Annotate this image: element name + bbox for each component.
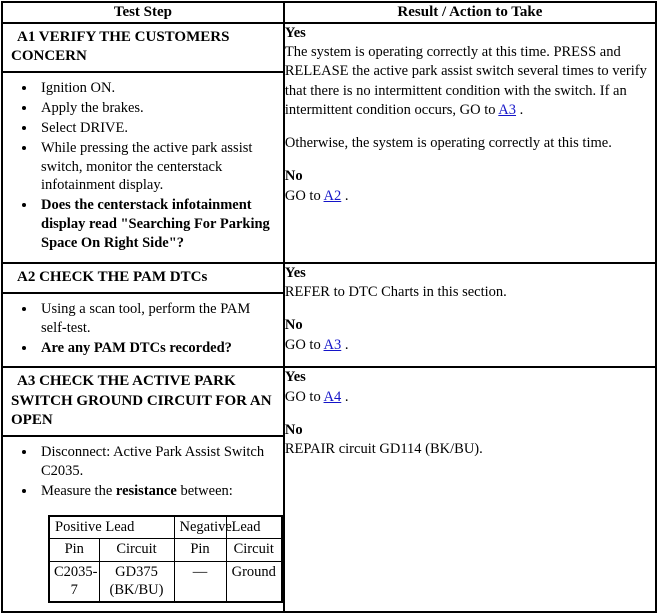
- result-no-text-after: .: [341, 336, 349, 353]
- list-item: While pressing the active park assist sw…: [37, 139, 277, 196]
- xref-link-a3[interactable]: A3: [498, 102, 516, 118]
- lead-table-subheader-row: Pin Circuit Pin Circuit: [48, 538, 283, 562]
- result-yes-label: Yes: [284, 24, 306, 41]
- result-yes-label: Yes: [284, 264, 306, 281]
- lead-measurement-table: Positive Lead Negative Lead Pin Circuit …: [48, 514, 283, 604]
- measure-suffix: between:: [176, 482, 233, 499]
- result-yes-block-a2: Yes REFER to DTC Charts in this section.: [285, 264, 655, 303]
- table-row-a1: A1 VERIFY THE CUSTOMERS CONCERN Ignition…: [1, 21, 658, 264]
- result-cell-a1: Yes The system is operating correctly at…: [282, 21, 658, 264]
- step-cell-a2: A2 CHECK THE PAM DTCs Using a scan tool,…: [1, 261, 285, 369]
- step-title-a1-text: A1 VERIFY THE CUSTOMERS CONCERN: [11, 28, 230, 64]
- result-no-text-after: .: [341, 187, 349, 204]
- result-no-label: No: [284, 422, 303, 438]
- step-title-a2-text: A2 CHECK THE PAM DTCs: [17, 268, 208, 285]
- result-yes-text: The system is operating correctly at thi…: [284, 44, 647, 118]
- lead-subheader-circuit-pos: Circuit: [98, 538, 175, 562]
- result-yes-text: GO to: [284, 388, 324, 405]
- lead-cell-circuit-neg: Ground: [225, 560, 283, 603]
- lead-cell-pin-neg: —: [173, 560, 227, 603]
- step-title-a1: A1 VERIFY THE CUSTOMERS CONCERN: [3, 24, 283, 74]
- step-body-a1: Ignition ON. Apply the brakes. Select DR…: [3, 73, 283, 262]
- result-otherwise-a1: Otherwise, the system is operating corre…: [284, 135, 612, 152]
- step-cell-a3: A3 CHECK THE ACTIVE PARK SWITCH GROUND C…: [1, 366, 285, 613]
- xref-link-a3[interactable]: A3: [324, 337, 342, 353]
- result-no-text: REPAIR circuit GD114 (BK/BU).: [284, 441, 483, 458]
- result-no-text: GO to: [284, 187, 324, 204]
- result-no-text: GO to: [284, 336, 324, 353]
- result-no-label: No: [284, 317, 303, 334]
- measure-bold-term: resistance: [115, 482, 177, 499]
- lead-subheader-circuit-neg: Circuit: [225, 538, 283, 562]
- lead-table-group-header-row: Positive Lead Negative Lead: [48, 515, 283, 540]
- list-item: Using a scan tool, perform the PAM self-…: [37, 300, 277, 338]
- result-no-label: No: [284, 168, 303, 185]
- lead-group-positive: Positive Lead: [48, 515, 175, 540]
- result-yes-block-a1: Yes The system is operating correctly at…: [285, 24, 655, 120]
- diagnostic-procedure-table: Test Step Result / Action to Take A1 VER…: [1, 1, 658, 613]
- result-cell-a3: Yes GO to A4 . No REPAIR circuit GD114 (…: [282, 366, 658, 613]
- table-row: C2035-7 GD375 (BK/BU) — Ground: [48, 560, 283, 603]
- step-title-a3: A3 CHECK THE ACTIVE PARK SWITCH GROUND C…: [3, 368, 283, 437]
- step-title-a2: A2 CHECK THE PAM DTCs: [3, 264, 283, 294]
- step-list-a2: Using a scan tool, perform the PAM self-…: [7, 300, 277, 358]
- result-no-block-a2: No GO to A3 .: [285, 316, 655, 355]
- step-title-a3-text: A3 CHECK THE ACTIVE PARK SWITCH GROUND C…: [11, 373, 272, 428]
- lead-cell-pin-pos: C2035-7: [48, 560, 100, 603]
- list-item: Disconnect: Active Park Assist Switch C2…: [37, 443, 277, 481]
- table-row-a3: A3 CHECK THE ACTIVE PARK SWITCH GROUND C…: [1, 366, 658, 613]
- column-header-test-step: Test Step: [1, 1, 285, 24]
- step-body-a2: Using a scan tool, perform the PAM self-…: [3, 294, 283, 367]
- list-item: Apply the brakes.: [37, 99, 277, 118]
- result-no-block-a3: No REPAIR circuit GD114 (BK/BU).: [285, 421, 655, 460]
- column-header-result: Result / Action to Take: [282, 1, 658, 24]
- step-list-a1: Ignition ON. Apply the brakes. Select DR…: [7, 79, 277, 253]
- step-cell-a1: A1 VERIFY THE CUSTOMERS CONCERN Ignition…: [1, 21, 285, 264]
- result-no-block-a1: No GO to A2 .: [285, 167, 655, 206]
- xref-link-a4[interactable]: A4: [324, 389, 342, 405]
- step-question-a2: Are any PAM DTCs recorded?: [37, 339, 277, 358]
- result-yes-label: Yes: [284, 369, 306, 386]
- measure-prefix: Measure the: [41, 482, 116, 499]
- list-item: Ignition ON.: [37, 79, 277, 98]
- lead-subheader-pin-pos: Pin: [48, 538, 100, 562]
- lead-table-wrapper: Positive Lead Negative Lead Pin Circuit …: [48, 514, 283, 604]
- lead-subheader-pin-neg: Pin: [173, 538, 227, 562]
- result-cell-a2: Yes REFER to DTC Charts in this section.…: [282, 261, 658, 369]
- result-yes-text-after: .: [341, 388, 349, 405]
- step-question-a1: Does the centerstack infotainment displa…: [37, 196, 277, 253]
- step-body-a3: Disconnect: Active Park Assist Switch C2…: [3, 437, 283, 611]
- xref-link-a2[interactable]: A2: [324, 188, 342, 204]
- list-item-measure: Measure the resistance between:: [37, 482, 277, 501]
- result-yes-text: REFER to DTC Charts in this section.: [284, 284, 507, 300]
- table-header-row: Test Step Result / Action to Take: [1, 1, 658, 24]
- lead-cell-circuit-pos: GD375 (BK/BU): [98, 560, 175, 603]
- lead-group-negative: Negative: [173, 515, 232, 540]
- lead-group-negative-lead: Lead: [225, 515, 283, 540]
- result-yes-block-a3: Yes GO to A4 .: [285, 368, 655, 407]
- result-yes-text-after: .: [516, 101, 524, 118]
- step-list-a3: Disconnect: Active Park Assist Switch C2…: [7, 443, 277, 501]
- list-item: Select DRIVE.: [37, 119, 277, 138]
- table-row-a2: A2 CHECK THE PAM DTCs Using a scan tool,…: [1, 261, 658, 369]
